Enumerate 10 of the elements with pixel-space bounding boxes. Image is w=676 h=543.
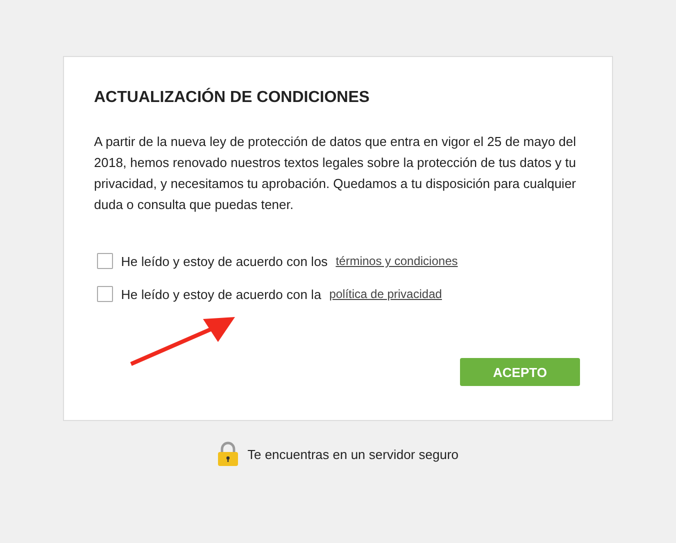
body-text: A partir de la nueva ley de protección de datos que entra en vigor el 25 de mayo del 2018, hemos renovado nuestros textos legales sobre la protección de tus datos y tu privacidad, y necesitamos tu aprobación. Quedamos a tu disposición para cualquier duda o consulta que puedas tener. [94,133,578,214]
consent-link[interactable]: términos y condiciones [336,254,458,268]
consent-label: He leído y estoy de acuerdo con la [121,286,322,302]
consent-label: He leído y estoy de acuerdo con los [121,254,328,268]
padlock-icon [217,441,240,467]
dialog-title: ACTUALIZACIÓN DE CONDICIONES [94,89,371,107]
consent-link[interactable]: política de privacidad [329,287,442,301]
checkbox[interactable] [97,286,113,302]
checkbox[interactable] [97,253,113,269]
secure-server-text: Te encuentras en un servidor seguro [247,446,458,462]
